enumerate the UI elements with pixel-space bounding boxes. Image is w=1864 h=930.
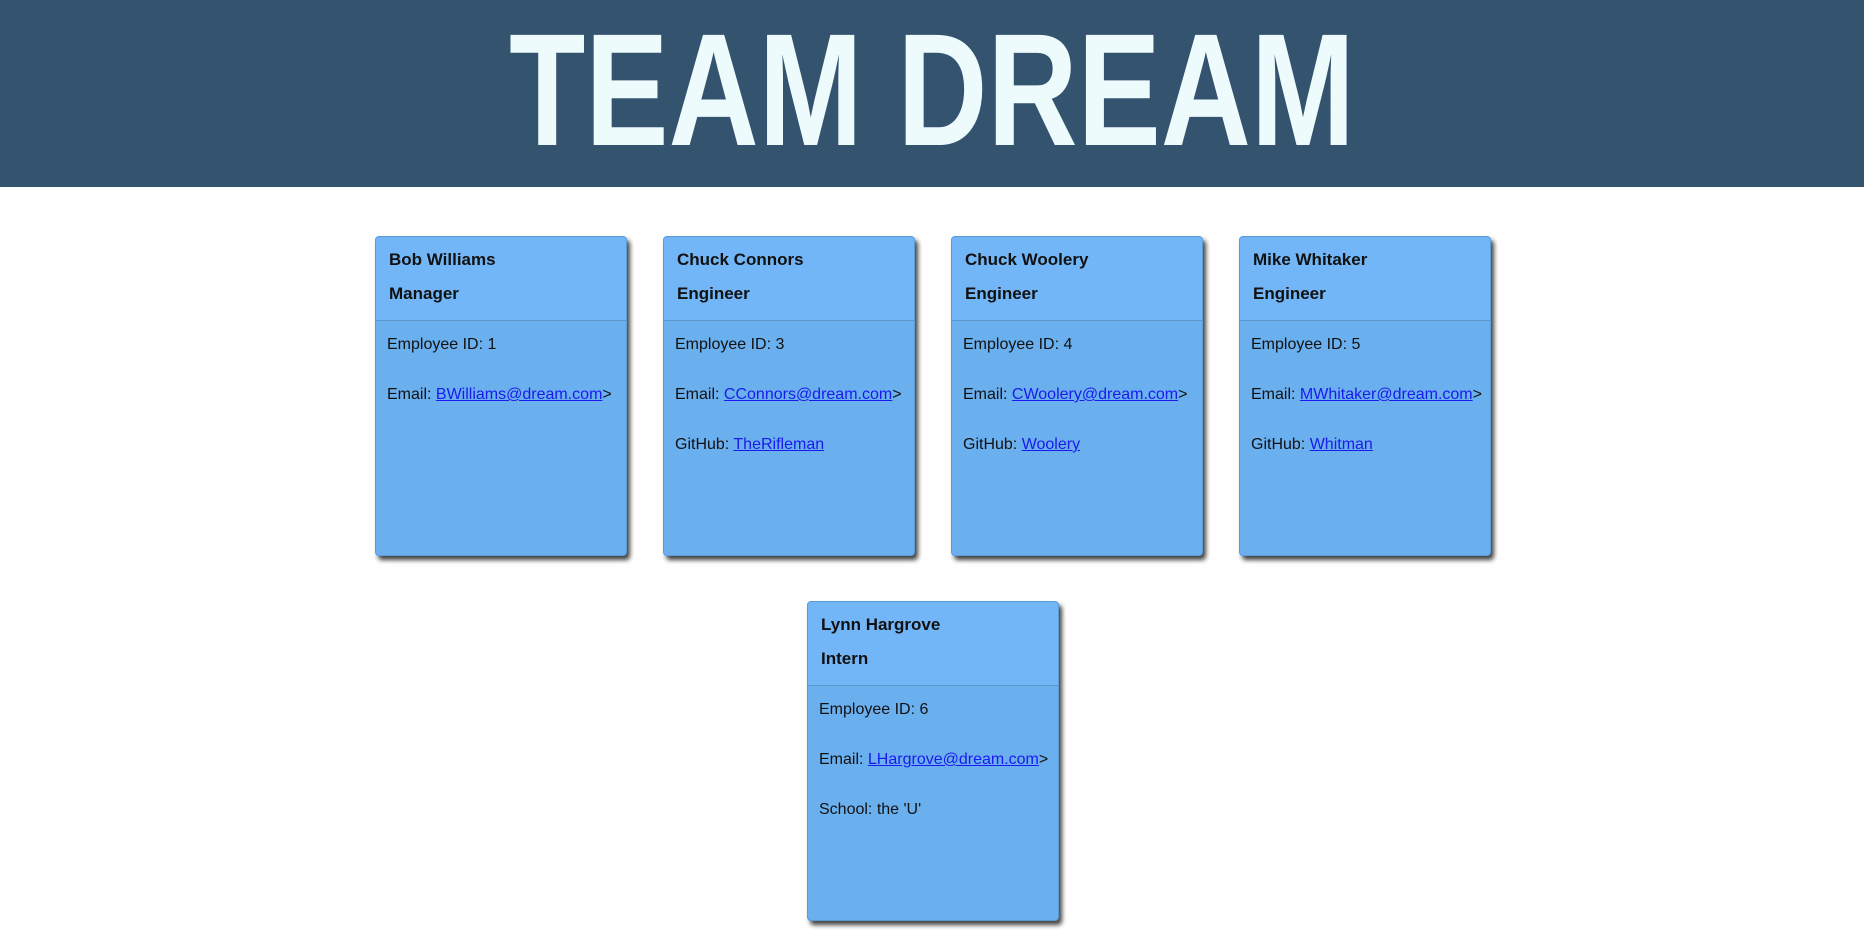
card-header: Lynn Hargrove Intern: [808, 602, 1058, 686]
employee-github-row: GitHub: TheRifleman: [675, 436, 824, 454]
github-label: GitHub:: [963, 436, 1022, 453]
employee-github-row: GitHub: Whitman: [1251, 436, 1373, 454]
employee-name: Chuck Woolery: [965, 250, 1089, 269]
email-suffix: >: [1178, 386, 1188, 403]
github-label: GitHub:: [1251, 436, 1310, 453]
card-header: Mike Whitaker Engineer: [1240, 237, 1490, 321]
employee-email-row: Email: LHargrove@dream.com>: [819, 751, 1048, 769]
email-suffix: >: [892, 386, 902, 403]
employee-card: Bob Williams Manager Employee ID: 1 Emai…: [375, 236, 627, 556]
email-label: Email:: [963, 386, 1012, 403]
email-label: Email:: [1251, 386, 1300, 403]
employee-id: Employee ID: 6: [819, 701, 929, 718]
email-suffix: >: [1038, 751, 1049, 768]
email-label: Email:: [819, 751, 868, 768]
employee-id: Employee ID: 3: [675, 336, 785, 353]
employee-email-row: Email: BWilliams@dream.com>: [387, 386, 612, 404]
card-header: Chuck Woolery Engineer: [952, 237, 1202, 321]
employee-role: Engineer: [1253, 284, 1326, 303]
email-label: Email:: [675, 386, 724, 403]
email-link[interactable]: BWilliams@dream.com: [436, 386, 602, 403]
email-link[interactable]: MWhitaker@dream.com: [1300, 386, 1473, 403]
employee-email-row: Email: MWhitaker@dream.com>: [1251, 386, 1482, 404]
github-link[interactable]: TheRifleman: [733, 436, 824, 453]
employee-name: Chuck Connors: [677, 250, 804, 269]
email-link[interactable]: CConnors@dream.com: [724, 386, 892, 403]
employee-card: Lynn Hargrove Intern Employee ID: 6 Emai…: [807, 601, 1059, 921]
card-header: Chuck Connors Engineer: [664, 237, 914, 321]
employee-role: Engineer: [965, 284, 1038, 303]
github-link[interactable]: Woolery: [1022, 436, 1080, 453]
email-suffix: >: [602, 386, 612, 403]
employee-role: Manager: [389, 284, 459, 303]
employee-id: Employee ID: 5: [1251, 336, 1361, 353]
employee-card: Chuck Woolery Engineer Employee ID: 4 Em…: [951, 236, 1203, 556]
employee-email-row: Email: CConnors@dream.com>: [675, 386, 902, 404]
employee-name: Mike Whitaker: [1253, 250, 1368, 269]
page-header-banner: TEAM DREAM: [0, 0, 1864, 187]
employee-name: Lynn Hargrove: [821, 615, 941, 634]
email-label: Email:: [387, 386, 436, 403]
employee-name: Bob Williams: [389, 250, 496, 269]
employee-github-row: GitHub: Woolery: [963, 436, 1080, 454]
employee-id: Employee ID: 1: [387, 336, 497, 353]
employee-role: Intern: [821, 649, 869, 668]
employee-role: Engineer: [677, 284, 750, 303]
card-header: Bob Williams Manager: [376, 237, 626, 321]
github-link[interactable]: Whitman: [1310, 436, 1373, 453]
employee-email-row: Email: CWoolery@dream.com>: [963, 386, 1187, 404]
employee-school: School: the 'U': [819, 801, 922, 818]
employee-card: Chuck Connors Engineer Employee ID: 3 Em…: [663, 236, 915, 556]
github-label: GitHub:: [675, 436, 734, 453]
email-link[interactable]: CWoolery@dream.com: [1012, 386, 1178, 403]
page-title: TEAM DREAM: [509, 0, 1355, 179]
email-suffix: >: [1472, 386, 1482, 403]
employee-card: Mike Whitaker Engineer Employee ID: 5 Em…: [1239, 236, 1491, 556]
employee-id: Employee ID: 4: [963, 336, 1073, 353]
email-link[interactable]: LHargrove@dream.com: [868, 751, 1039, 768]
